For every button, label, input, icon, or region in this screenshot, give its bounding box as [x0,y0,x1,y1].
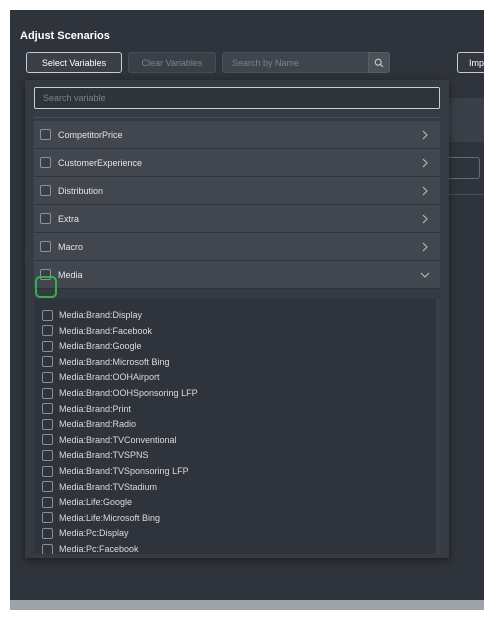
subitem-row[interactable]: Media:Brand:TVConventional [42,434,177,446]
subitem-row[interactable]: Media:Brand:TVSponsoring LFP [42,465,189,477]
background-input[interactable] [448,157,480,179]
subitem-label: Media:Brand:TVStadium [59,481,158,492]
subitem-label: Media:Brand:OOHSponsoring LFP [59,388,198,398]
subitem-row[interactable]: Media:Brand:OOHSponsoring LFP [42,387,198,399]
subitem-label: Media:Life:Microsoft Bing [59,512,161,523]
chevron-right-icon[interactable] [420,213,430,225]
subitem-row[interactable]: Media:Life:Microsoft Bing [42,512,160,524]
subitem-row[interactable]: Media:Pc:Display [42,527,129,539]
subitem-label: Media:Brand:Print [59,403,132,414]
subitem-checkbox[interactable] [42,403,53,415]
background-table-header [448,98,484,142]
category-row-macro[interactable]: Macro [34,233,440,261]
subitem-label: Media:Brand:Facebook [59,325,153,336]
subitem-row[interactable]: Media:Brand:OOHAirport [42,371,160,383]
background-divider [448,194,484,195]
category-row-media[interactable]: Media [34,261,440,289]
import-button[interactable]: Imp [457,52,484,73]
search-icon [374,58,384,67]
subitem-checkbox[interactable] [42,356,53,368]
subitem-label: Media:Life:Google [59,497,133,508]
category-label: CompetitorPrice [58,129,123,140]
search-by-name-input[interactable]: Search by Name [222,52,368,73]
category-label: CustomerExperience [58,157,143,168]
subitem-checkbox[interactable] [42,527,53,539]
subitem-checkbox[interactable] [42,496,53,508]
subitem-checkbox[interactable] [42,387,53,399]
subitem-row[interactable]: Media:Brand:Microsoft Bing [42,356,170,368]
subitem-checkbox[interactable] [42,309,53,321]
category-checkbox[interactable] [40,185,51,196]
subitem-label: Media:Pc:Facebook [59,544,139,554]
subitem-checkbox[interactable] [42,481,53,493]
subitem-row[interactable]: Media:Brand:Radio [42,418,136,430]
subitem-checkbox[interactable] [42,543,53,554]
category-row-customerexperience[interactable]: CustomerExperience [34,149,440,177]
subitem-checkbox[interactable] [42,434,53,446]
category-row-extra[interactable]: Extra [34,205,440,233]
category-label: Macro [58,241,84,252]
subitem-checkbox[interactable] [42,340,53,352]
subitem-label: Media:Brand:OOHAirport [59,372,160,383]
subitem-label: Media:Brand:TVSponsoring LFP [59,466,189,476]
subitem-row[interactable]: Media:Brand:Facebook [42,325,152,337]
chevron-right-icon[interactable] [420,129,430,141]
media-checkbox-focus-ring [35,276,57,298]
category-row-competitorprice[interactable]: CompetitorPrice [34,121,440,149]
media-subitem-panel: Media:Brand:Display Media:Brand:Facebook… [34,299,440,554]
dropdown-divider [34,117,440,118]
subitem-scrollbar[interactable] [436,299,440,554]
bottom-scrollbar-track[interactable] [10,600,484,610]
category-checkbox[interactable] [40,241,51,252]
subitem-row[interactable]: Media:Pc:Facebook [42,543,139,554]
search-button[interactable] [368,52,390,73]
subitem-checkbox[interactable] [42,325,53,337]
subitem-label: Media:Brand:Display [59,310,143,320]
subitem-label: Media:Brand:Google [59,341,142,352]
subitem-row[interactable]: Media:Brand:Print [42,403,131,415]
subitem-label: Media:Brand:TVConventional [59,434,177,445]
category-label: Extra [58,213,80,224]
panel-title: Adjust Scenarios [20,30,110,42]
variable-dropdown: Search variable CompetitorPrice Customer… [25,80,449,558]
chevron-right-icon[interactable] [420,157,430,169]
subitem-row[interactable]: Media:Brand:TVStadium [42,481,157,493]
subitem-checkbox[interactable] [42,449,53,461]
category-checkbox[interactable] [40,157,51,168]
subitem-checkbox[interactable] [42,465,53,477]
subitem-label: Media:Brand:Microsoft Bing [59,356,170,367]
category-label: Distribution [58,185,104,196]
subitem-checkbox[interactable] [42,512,53,524]
category-checkbox[interactable] [40,213,51,224]
subitem-label: Media:Brand:TVSPNS [59,450,149,461]
chevron-right-icon[interactable] [420,185,430,197]
subitem-checkbox[interactable] [42,418,53,430]
select-variables-button[interactable]: Select Variables [26,52,122,73]
category-checkbox[interactable] [40,129,51,140]
chevron-right-icon[interactable] [420,241,430,253]
subitem-row[interactable]: Media:Brand:TVSPNS [42,449,149,461]
subitem-row[interactable]: Media:Brand:Google [42,340,142,352]
chevron-down-icon[interactable] [420,269,430,281]
app-screen: Adjust Scenarios Select Variables Clear … [10,10,484,600]
category-label: Media [58,269,83,280]
subitem-label: Media:Pc:Display [59,528,129,539]
clear-variables-button[interactable]: Clear Variables [128,52,216,73]
search-variable-input[interactable]: Search variable [34,87,440,109]
category-list: CompetitorPrice CustomerExperience Distr… [34,121,440,289]
category-row-distribution[interactable]: Distribution [34,177,440,205]
subitem-checkbox[interactable] [42,371,53,383]
subitem-row[interactable]: Media:Brand:Display [42,309,142,321]
subitem-row[interactable]: Media:Life:Google [42,496,132,508]
subitem-label: Media:Brand:Radio [59,419,137,430]
